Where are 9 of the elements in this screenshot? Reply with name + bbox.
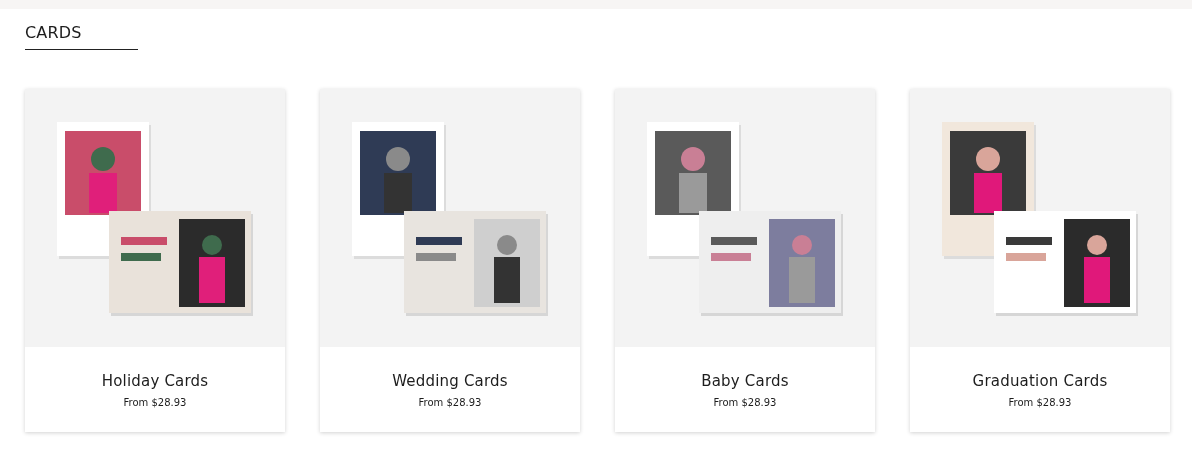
product-name: Graduation Cards	[972, 371, 1108, 390]
section-title: CARDS	[25, 23, 138, 50]
product-price: From $28.93	[1008, 396, 1072, 408]
product-price: From $28.93	[713, 396, 777, 408]
product-name: Wedding Cards	[392, 371, 508, 390]
product-name: Baby Cards	[701, 371, 789, 390]
product-price: From $28.93	[418, 396, 482, 408]
product-name: Holiday Cards	[101, 371, 209, 390]
product-price: From $28.93	[123, 396, 187, 408]
